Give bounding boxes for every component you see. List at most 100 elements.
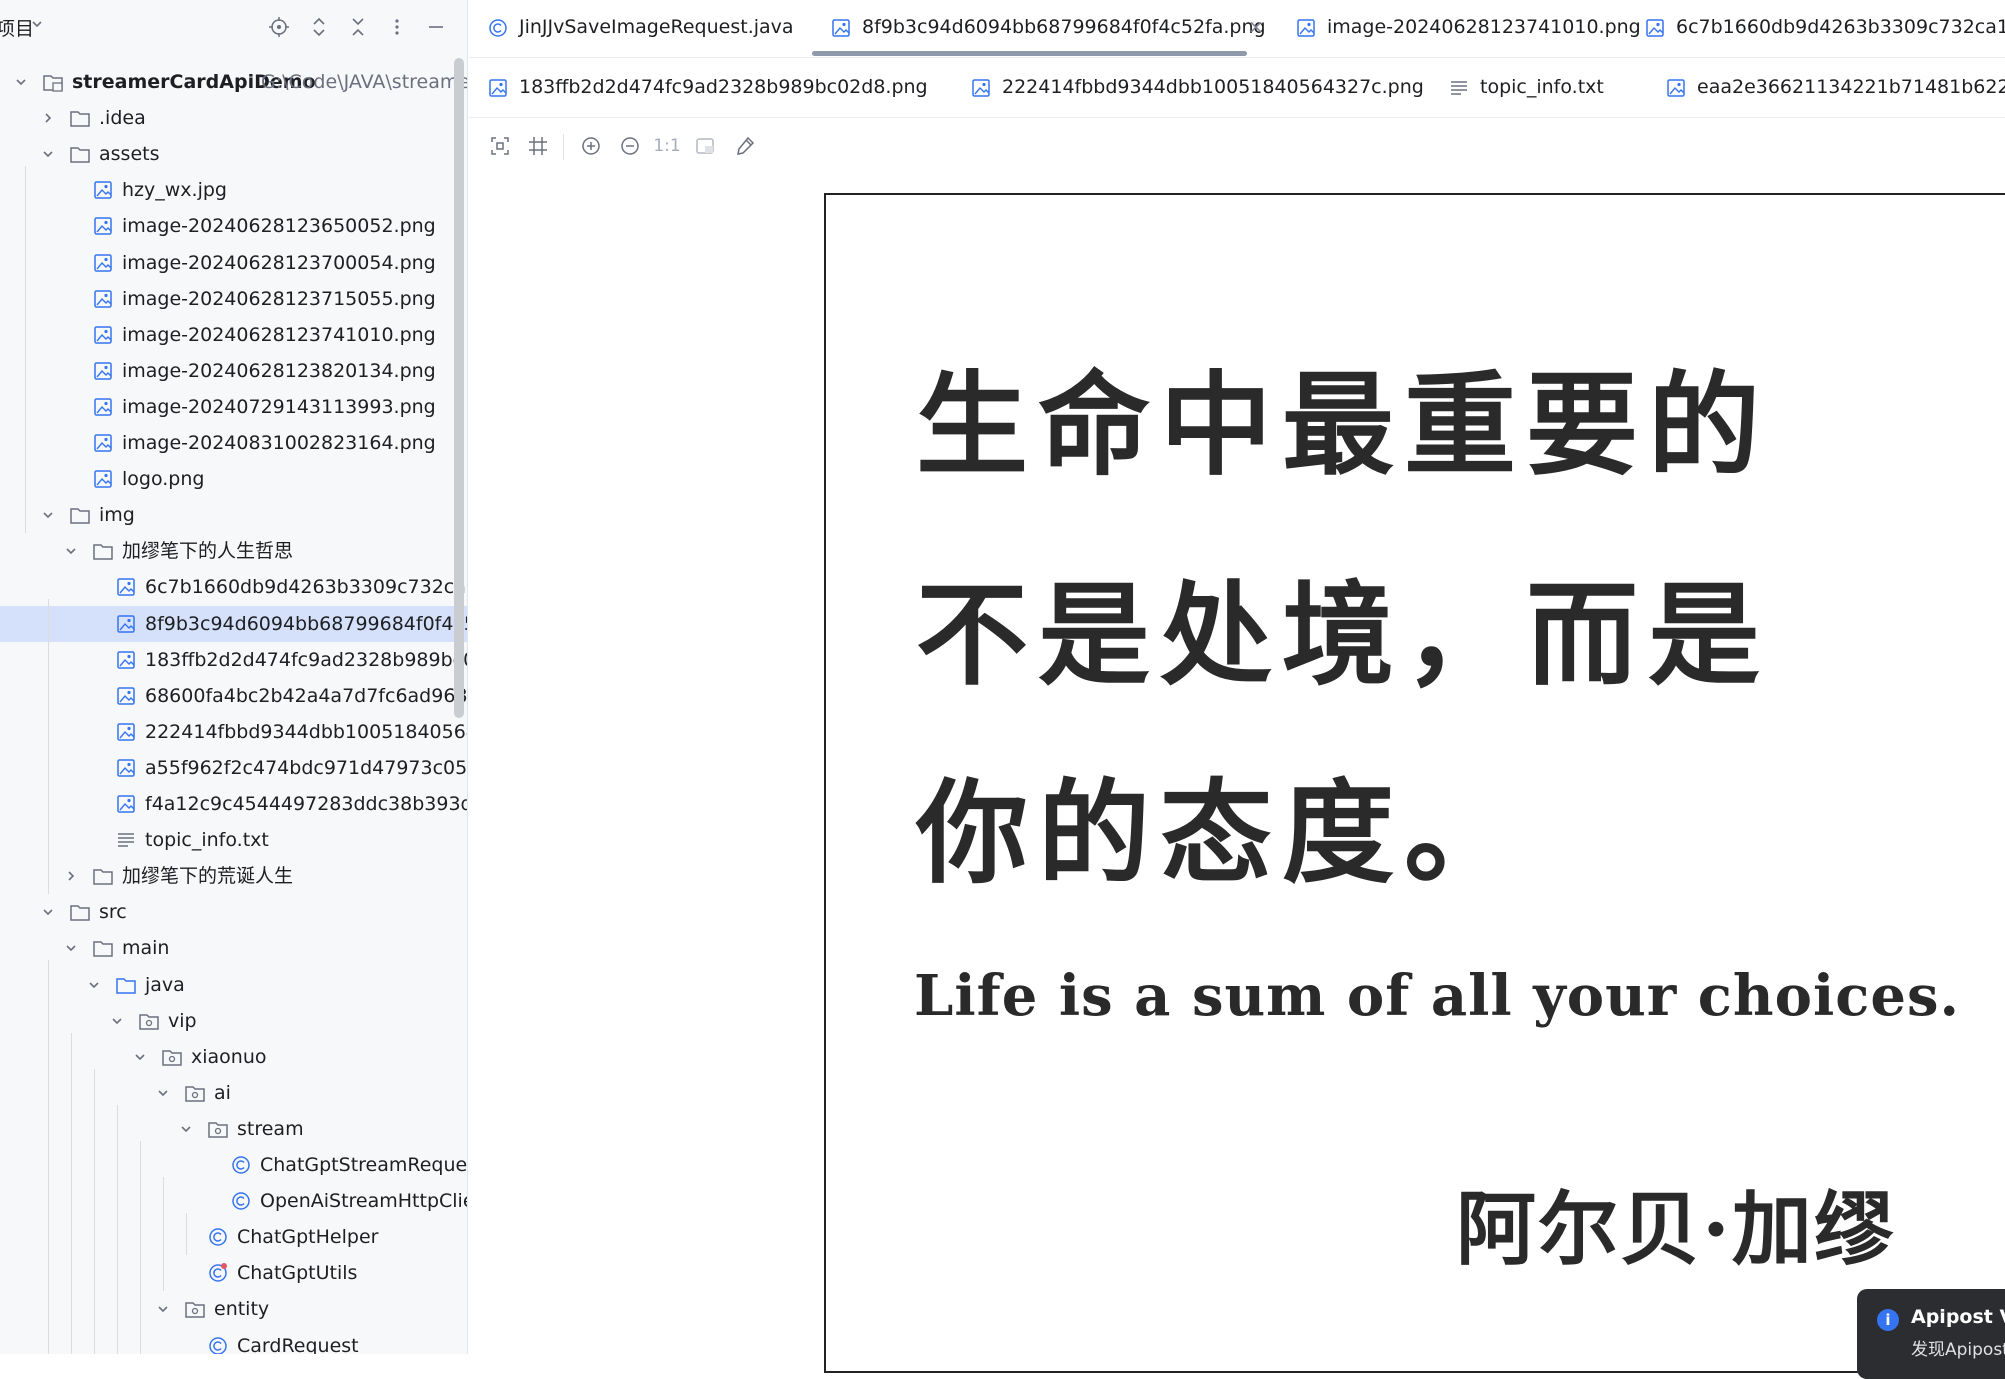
more-vertical-icon[interactable] [384, 14, 410, 40]
tree-item[interactable]: 68600fa4bc2b42a4a7d7fc6ad9688f86.png [0, 678, 467, 714]
tree-item[interactable]: 8f9b3c94d6094bb68799684f0f4c52fa.png [0, 605, 467, 642]
editor-tab[interactable]: topic_info.txt [1430, 60, 1647, 118]
chevron-down-icon[interactable] [41, 905, 55, 919]
tab-label: topic_info.txt [1480, 76, 1604, 98]
tree-item-label: 68600fa4bc2b42a4a7d7fc6ad9688f86.png [145, 684, 467, 707]
tree-item-label: img [99, 504, 135, 527]
tree-item[interactable]: hzy_wx.jpg [0, 172, 467, 208]
fit-icon[interactable] [486, 132, 514, 160]
chevron-down-icon[interactable] [41, 508, 55, 522]
tree-item[interactable]: topic_info.txt [0, 822, 467, 858]
chevron-right-icon[interactable] [64, 869, 78, 883]
tree-item-label: topic_info.txt [145, 829, 269, 852]
tree-item[interactable]: 183ffb2d2d474fc9ad2328b989bc02d8.png [0, 642, 467, 678]
editor-tab[interactable]: image-20240628123741010.png [1277, 0, 1641, 58]
tree-item[interactable]: 222414fbbd9344dbb10051840564327c.png [0, 714, 467, 750]
hide-icon[interactable] [423, 14, 449, 40]
sidebar-scrollbar[interactable] [454, 58, 464, 718]
tree-item-label: src [99, 901, 127, 924]
tree-item-label: f4a12c9c4544497283ddc38b393d94d6.png [145, 793, 467, 815]
tree-item[interactable]: 加缪笔下的人生哲思 [0, 533, 467, 569]
tree-item-label: stream [237, 1117, 304, 1140]
tree-item[interactable]: f4a12c9c4544497283ddc38b393d94d6.png [0, 786, 467, 822]
tree-item[interactable]: image-20240628123715055.png [0, 281, 467, 317]
chevron-down-icon[interactable] [41, 147, 55, 161]
tree-item-label: 加缪笔下的人生哲思 [122, 540, 294, 563]
chevron-down-icon[interactable] [179, 1122, 193, 1136]
tree-item[interactable]: .idea [0, 100, 467, 136]
tree-item[interactable]: assets [0, 136, 467, 172]
chevron-down-icon[interactable] [64, 941, 78, 955]
project-panel-title[interactable]: 项目 [0, 14, 34, 41]
image-file-icon [117, 578, 135, 597]
chevron-down-icon[interactable] [110, 1014, 124, 1028]
chevron-down-icon[interactable] [156, 1086, 170, 1100]
chevron-down-icon[interactable] [133, 1050, 147, 1064]
editor-tab[interactable]: eaa2e36621134221b71481b6223c7f... [1647, 60, 2005, 118]
tree-item[interactable]: image-20240628123700054.png [0, 245, 467, 281]
tab-row-1: JinJJvSaveImageRequest.java 8f9b3c94d6094… [469, 0, 2005, 58]
locate-icon[interactable] [266, 14, 292, 40]
folder-icon [70, 905, 90, 922]
tree-item[interactable]: image-20240831002823164.png [0, 425, 467, 461]
editor-tab[interactable]: 183ffb2d2d474fc9ad2328b989bc02d8.png [469, 60, 952, 118]
notification-balloon[interactable]: i Apipost V7 发现Apipost [1857, 1289, 2005, 1379]
image-preview: 生命中最重要的 不是处境，而是 你的态度。 Life is a sum of a… [824, 193, 2005, 1373]
editor-tab[interactable]: 222414fbbd9344dbb10051840564327c.png [952, 60, 1430, 118]
tree-item[interactable]: streamerCardApiDemoG:\Code\JAVA\streamer… [0, 64, 467, 100]
tree-item[interactable]: image-20240628123820134.png [0, 353, 467, 389]
color-picker-icon[interactable] [731, 132, 759, 160]
editor-tab-active[interactable]: 8f9b3c94d6094bb68799684f0f4c52fa.png × [812, 0, 1277, 58]
java-class-icon [489, 19, 507, 37]
background-icon[interactable] [691, 132, 719, 160]
chevron-down-icon[interactable] [14, 75, 28, 89]
actual-size-icon[interactable]: 1:1 [653, 132, 681, 160]
image-text-line-3: 你的态度。 [916, 768, 1526, 899]
tab-label: image-20240628123741010.png [1327, 16, 1641, 38]
package-icon [139, 1013, 159, 1030]
image-text-author: 阿尔贝·加缪 [1456, 1182, 1896, 1276]
tree-item[interactable]: 6c7b1660db9d4263b3309c732ca1b8ca.png [0, 569, 467, 605]
image-file-icon [94, 181, 112, 200]
image-file-icon [489, 79, 507, 97]
tree-item[interactable]: image-20240628123741010.png [0, 317, 467, 353]
java-class-icon [232, 1192, 250, 1210]
editor-tab[interactable]: 6c7b1660db9d4263b3309c732ca1b8ca.png [1626, 0, 2005, 58]
indent-guide [71, 1032, 72, 1354]
tree-item[interactable]: img [0, 497, 467, 533]
chevron-down-icon[interactable] [156, 1302, 170, 1316]
tree-item[interactable]: main [0, 930, 467, 966]
tree-item[interactable]: 加缪笔下的荒诞人生 [0, 858, 467, 894]
chevron-down-icon[interactable] [87, 978, 101, 992]
java-class-icon [209, 1336, 227, 1354]
tree-item[interactable]: image-20240729143113993.png [0, 389, 467, 425]
image-file-icon [94, 289, 112, 308]
image-viewer-toolbar: 1:1 [469, 120, 2005, 172]
active-tab-indicator [812, 51, 1247, 56]
indent-guide [48, 599, 49, 895]
tree-item-label: image-20240628123820134.png [122, 359, 436, 382]
chevron-down-icon[interactable] [64, 544, 78, 558]
zoom-out-icon[interactable] [616, 132, 644, 160]
tab-label: 6c7b1660db9d4263b3309c732ca1b8ca.png [1676, 16, 2005, 38]
zoom-in-icon[interactable] [577, 132, 605, 160]
chevron-right-icon[interactable] [41, 111, 55, 125]
expand-all-icon[interactable] [306, 14, 332, 40]
tree-item-label: image-20240628123650052.png [122, 215, 436, 238]
close-icon[interactable]: × [1248, 16, 1264, 38]
image-file-icon [94, 434, 112, 452]
image-file-icon [94, 253, 112, 272]
chevron-down-icon[interactable] [30, 17, 44, 31]
grid-icon[interactable] [524, 132, 552, 160]
image-file-icon [117, 759, 135, 777]
tree-item[interactable]: java [0, 967, 467, 1003]
tree-item[interactable]: src [0, 894, 467, 930]
tree-item[interactable]: a55f962f2c474bdc971d47973c05a101.png [0, 750, 467, 786]
image-file-icon [117, 650, 135, 669]
tab-label: 222414fbbd9344dbb10051840564327c.png [1002, 76, 1424, 98]
editor-area: JinJJvSaveImageRequest.java 8f9b3c94d6094… [469, 0, 2005, 1373]
editor-tab[interactable]: JinJJvSaveImageRequest.java [469, 0, 812, 58]
tree-item[interactable]: logo.png [0, 461, 467, 497]
tree-item[interactable]: image-20240628123650052.png [0, 208, 467, 244]
collapse-all-icon[interactable] [345, 14, 371, 40]
